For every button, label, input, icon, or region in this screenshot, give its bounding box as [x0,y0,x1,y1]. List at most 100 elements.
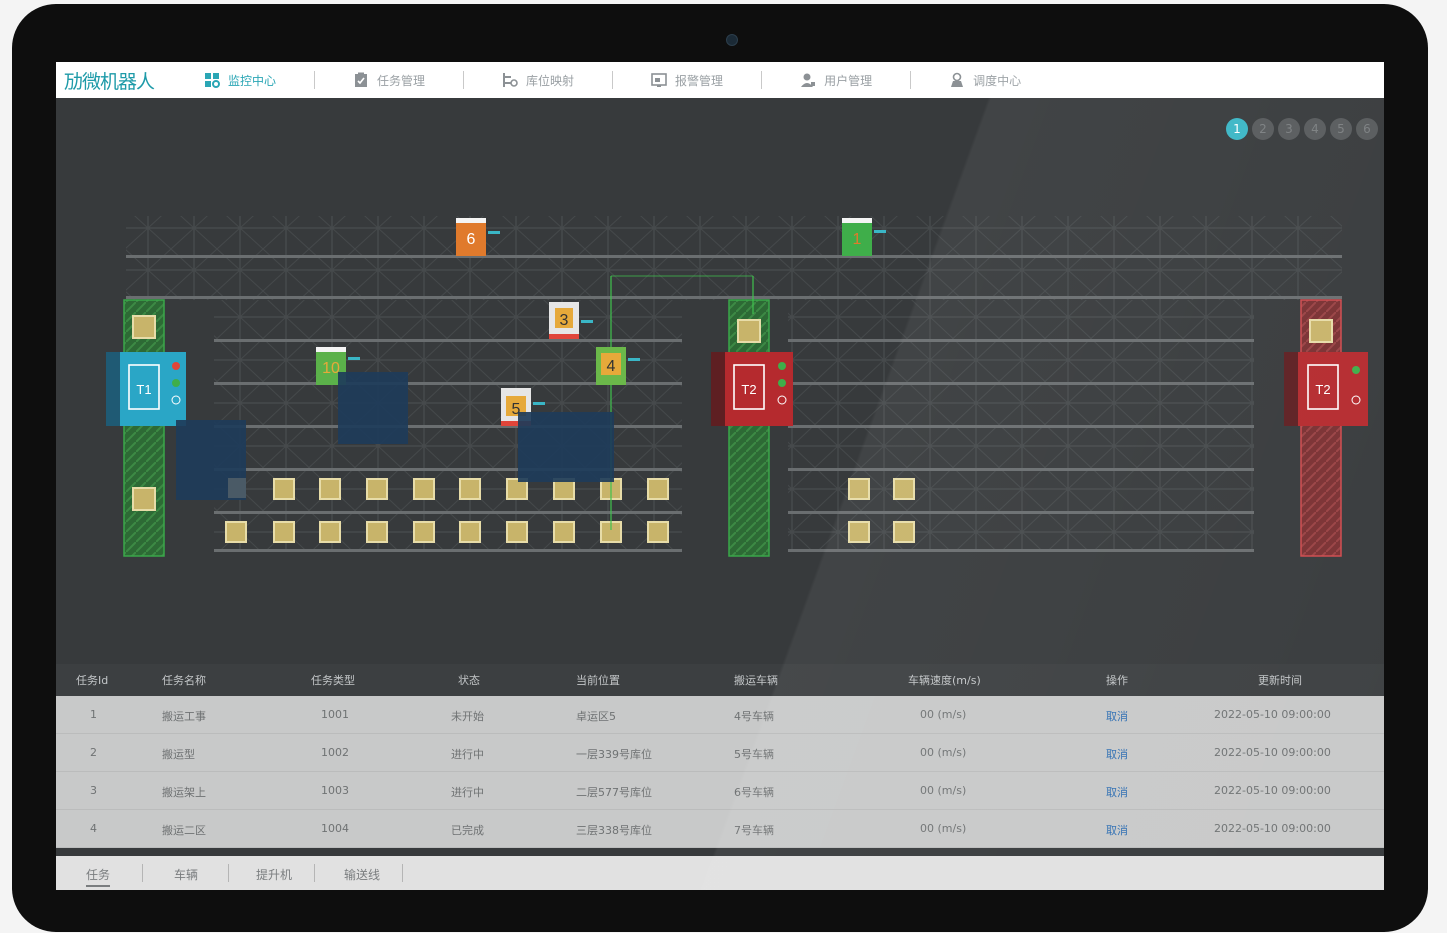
cell-task-id: 3 [90,784,97,797]
cancel-link[interactable]: 取消 [1106,708,1128,724]
cell-task-id: 1 [90,708,97,721]
alarm-monitor-icon [651,73,667,87]
column-header[interactable]: 状态 [458,672,480,688]
cell-status: 未开始 [451,710,484,723]
cell-location: 一层339号库位 [576,748,652,761]
lift-label: T2 [1315,382,1330,397]
tab-vehicles[interactable]: 车辆 [174,866,198,883]
nav-divider [910,71,912,89]
nav-item-dispatch[interactable]: 调度中心 [949,70,1059,90]
cell-task-name: 搬运型 [162,748,195,761]
column-header[interactable]: 车辆速度(m/s) [908,672,981,688]
user-icon [801,73,816,87]
column-header[interactable]: 当前位置 [576,672,620,688]
nav-label: 任务管理 [377,73,426,88]
nav-divider [314,71,316,89]
tab-lifts[interactable]: 提升机 [256,866,292,883]
cell-status: 进行中 [451,786,484,799]
cell-speed: 00 (m/s) [920,746,967,759]
nav-label: 调度中心 [973,73,1022,88]
tab-divider [402,864,403,882]
lift-t1[interactable]: T1 [106,352,186,426]
cell-status: 进行中 [451,748,484,761]
cell-updated: 2022-05-10 09:00:00 [1214,784,1331,797]
cancel-link[interactable]: 取消 [1106,784,1128,800]
tab-tasks[interactable]: 任务 [86,866,111,887]
info-popup [518,412,614,482]
cell-task-id: 2 [90,746,97,759]
lift-label: T1 [136,382,151,397]
cell-task-type: 1002 [321,746,349,759]
tab-conveyors[interactable]: 输送线 [344,866,380,883]
cell-location: 卓运区5 [576,710,616,723]
right-rack [788,300,1254,552]
dashboard-icon [205,73,220,88]
cell-vehicle: 6号车辆 [734,786,774,799]
vehicle-label: 4 [607,358,616,375]
vehicle-label: 10 [322,360,340,377]
nav-label: 库位映射 [526,73,575,88]
column-header[interactable]: 任务Id [76,672,108,688]
warehouse-map: T1 T2 T2 6 1 3 10 4 5 [106,216,1368,557]
nav-item-monitor[interactable]: 监控中心 [204,70,314,90]
cancel-link[interactable]: 取消 [1106,822,1128,838]
dispatch-icon [951,72,964,87]
table-row[interactable]: 4 搬运二区 1004 已完成 三层338号库位 7号车辆 00 (m/s) 取… [56,810,1384,848]
column-header[interactable]: 更新时间 [1258,672,1302,688]
cell-vehicle: 5号车辆 [734,748,774,761]
table-row[interactable]: 2 搬运型 1002 进行中 一层339号库位 5号车辆 00 (m/s) 取消… [56,734,1384,772]
cell-speed: 00 (m/s) [920,708,967,721]
top-rack [126,216,1342,300]
cell-task-name: 搬运架上 [162,786,206,799]
nav-item-location-map[interactable]: 库位映射 [502,70,612,90]
tab-divider [142,864,143,882]
cell-speed: 00 (m/s) [920,822,967,835]
table-row[interactable]: 1 搬运工事 1001 未开始 卓运区5 4号车辆 00 (m/s) 取消 20… [56,696,1384,734]
cargo-box [132,315,156,339]
nav-label: 报警管理 [675,73,724,88]
vehicle-label: 1 [853,231,862,248]
cell-speed: 00 (m/s) [920,784,967,797]
cell-updated: 2022-05-10 09:00:00 [1214,708,1331,721]
cell-task-type: 1004 [321,822,349,835]
cell-task-type: 1003 [321,784,349,797]
tab-divider [228,864,229,882]
cancel-link[interactable]: 取消 [1106,746,1128,762]
column-header[interactable]: 操作 [1106,672,1128,688]
cell-status: 已完成 [451,824,484,837]
cell-task-id: 4 [90,822,97,835]
vehicle-label: 6 [467,231,476,248]
nav-label: 监控中心 [228,73,277,88]
lift-t2-mid[interactable]: T2 [711,352,793,426]
nav-item-users[interactable]: 用户管理 [800,70,910,90]
table-row[interactable]: 3 搬运架上 1003 进行中 二层577号库位 6号车辆 00 (m/s) 取… [56,772,1384,810]
cell-location: 三层338号库位 [576,824,652,837]
app-logo: 劢微机器人 [64,70,155,93]
shelf-map-icon [503,73,518,87]
nav-item-alarms[interactable]: 报警管理 [651,70,761,90]
column-header[interactable]: 任务类型 [311,672,355,688]
task-table-header: 任务Id 任务名称 任务类型 状态 当前位置 搬运车辆 车辆速度(m/s) 操作… [56,664,1384,696]
nav-divider [761,71,763,89]
top-nav: 劢微机器人 监控中心 任务管理 库位映射 报警管理 用户管理 调度中心 [56,62,1384,98]
clipboard-check-icon [355,72,368,87]
info-popup [176,420,246,500]
cell-task-name: 搬运二区 [162,824,206,837]
nav-item-tasks[interactable]: 任务管理 [353,70,463,90]
vehicle-label: 3 [560,312,569,329]
lift-label: T2 [741,382,756,397]
nav-divider [463,71,465,89]
column-header[interactable]: 搬运车辆 [734,672,778,688]
cell-task-name: 搬运工事 [162,710,206,723]
column-header[interactable]: 任务名称 [162,672,206,688]
cargo-box [132,487,156,511]
bottom-tabs: 任务 车辆 提升机 输送线 [56,856,1384,890]
cell-vehicle: 7号车辆 [734,824,774,837]
cell-updated: 2022-05-10 09:00:00 [1214,746,1331,759]
cargo-box [737,319,761,343]
lift-t2-right[interactable]: T2 [1284,352,1368,426]
cell-task-type: 1001 [321,708,349,721]
cell-vehicle: 4号车辆 [734,710,774,723]
info-popup [338,372,408,444]
app-screen: 劢微机器人 监控中心 任务管理 库位映射 报警管理 用户管理 调度中心 1 2 … [56,62,1384,890]
